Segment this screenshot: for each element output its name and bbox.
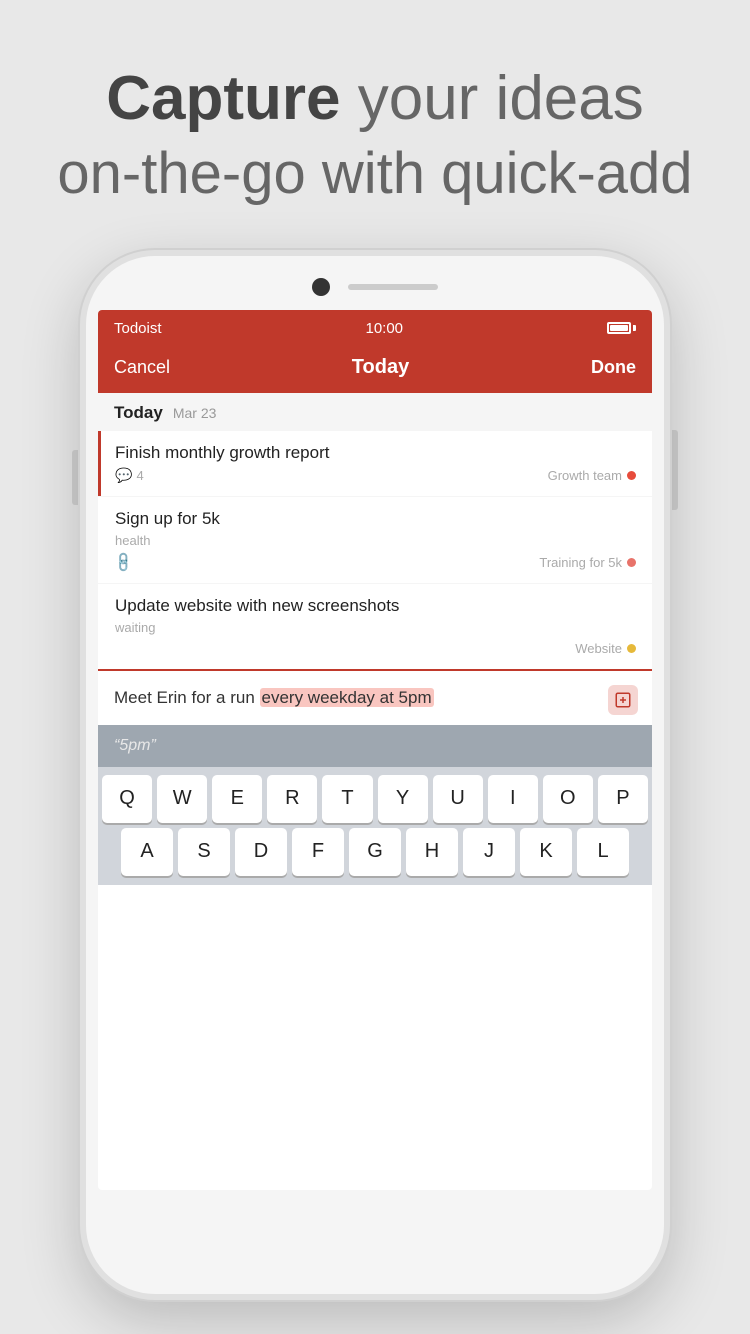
key-o[interactable]: O — [543, 775, 593, 823]
status-bar: Todoist 10:00 — [98, 310, 652, 346]
key-t[interactable]: T — [322, 775, 372, 823]
comment-count: 4 — [136, 468, 143, 483]
key-s[interactable]: S — [178, 828, 230, 876]
key-h[interactable]: H — [406, 828, 458, 876]
keyboard-row-1: Q W E R T Y U I O P — [102, 775, 648, 823]
quick-add-action-icon[interactable] — [608, 685, 638, 715]
task-list: Today Mar 23 Finish monthly growth repor… — [98, 393, 652, 668]
key-e[interactable]: E — [212, 775, 262, 823]
table-row[interactable]: Finish monthly growth report 💬 4 Growth … — [98, 431, 652, 496]
task-project: Growth team — [548, 468, 636, 483]
key-k[interactable]: K — [520, 828, 572, 876]
headline-rest: your ideas — [340, 64, 643, 133]
battery-body — [607, 322, 631, 334]
key-l[interactable]: L — [577, 828, 629, 876]
project-name: Growth team — [548, 468, 622, 483]
key-p[interactable]: P — [598, 775, 648, 823]
task-comments: 💬 4 — [115, 467, 144, 484]
key-u[interactable]: U — [433, 775, 483, 823]
app-name-label: Todoist — [114, 320, 162, 337]
comment-icon: 💬 — [115, 467, 132, 484]
smart-suggestion-text: “5pm” — [114, 737, 156, 754]
done-button[interactable]: Done — [591, 357, 636, 378]
project-name: Training for 5k — [539, 555, 622, 570]
key-i[interactable]: I — [488, 775, 538, 823]
task-label: waiting — [115, 620, 636, 635]
key-j[interactable]: J — [463, 828, 515, 876]
task-meta: 💬 4 Growth team — [115, 467, 636, 484]
project-dot — [627, 558, 636, 567]
table-row[interactable]: Update website with new screenshots wait… — [98, 584, 652, 668]
key-d[interactable]: D — [235, 828, 287, 876]
keyboard: Q W E R T Y U I O P A S D F G H — [98, 767, 652, 885]
project-name: Website — [575, 641, 622, 656]
section-header: Today Mar 23 — [98, 393, 652, 431]
key-a[interactable]: A — [121, 828, 173, 876]
quick-add-text-before: Meet Erin for a run — [114, 688, 260, 707]
phone-side-button-left — [72, 450, 78, 505]
quick-add-input[interactable]: Meet Erin for a run every weekday at 5pm — [98, 669, 652, 725]
battery-fill — [610, 325, 628, 331]
phone-frame: Todoist 10:00 Cancel Today Done — [80, 250, 670, 1300]
key-w[interactable]: W — [157, 775, 207, 823]
phone-top-bar — [86, 256, 664, 310]
highlighted-date: every weekday at 5pm — [260, 688, 434, 707]
phone-camera — [312, 278, 330, 296]
section-date: Mar 23 — [173, 405, 217, 421]
key-y[interactable]: Y — [378, 775, 428, 823]
battery-tip — [633, 325, 636, 331]
keyboard-row-2: A S D F G H J K L — [102, 828, 648, 876]
quick-add-text: Meet Erin for a run every weekday at 5pm — [114, 685, 636, 711]
project-dot — [627, 471, 636, 480]
headline-bold: Capture — [106, 64, 340, 133]
cancel-button[interactable]: Cancel — [114, 357, 170, 378]
phone-side-button-right — [672, 430, 678, 510]
phone-mockup: Todoist 10:00 Cancel Today Done — [80, 250, 670, 1300]
phone-speaker — [348, 284, 438, 290]
add-task-icon — [614, 691, 632, 709]
status-time: 10:00 — [365, 320, 403, 337]
headline: Capture your ideas on-the-go with quick-… — [27, 60, 722, 210]
key-q[interactable]: Q — [102, 775, 152, 823]
section-title: Today — [114, 403, 163, 423]
smart-suggestion-bar[interactable]: “5pm” — [98, 725, 652, 767]
key-f[interactable]: F — [292, 828, 344, 876]
task-label: health — [115, 533, 636, 548]
project-dot — [627, 644, 636, 653]
link-icon: 🔗 — [112, 550, 136, 574]
task-title: Sign up for 5k — [115, 509, 636, 529]
task-meta: 🔗 Training for 5k — [115, 554, 636, 571]
table-row[interactable]: Sign up for 5k health 🔗 Training for 5k — [98, 497, 652, 583]
navigation-bar: Cancel Today Done — [98, 346, 652, 393]
task-project: Training for 5k — [539, 555, 636, 570]
app-screen: Todoist 10:00 Cancel Today Done — [98, 310, 652, 1190]
key-g[interactable]: G — [349, 828, 401, 876]
task-link: 🔗 — [115, 554, 132, 571]
task-title: Update website with new screenshots — [115, 596, 636, 616]
task-project: Website — [575, 641, 636, 656]
nav-title: Today — [352, 356, 409, 379]
key-r[interactable]: R — [267, 775, 317, 823]
task-meta: Website — [115, 641, 636, 656]
battery-indicator — [607, 322, 636, 334]
headline-line2: on-the-go with quick-add — [57, 138, 692, 211]
task-title: Finish monthly growth report — [115, 443, 636, 463]
